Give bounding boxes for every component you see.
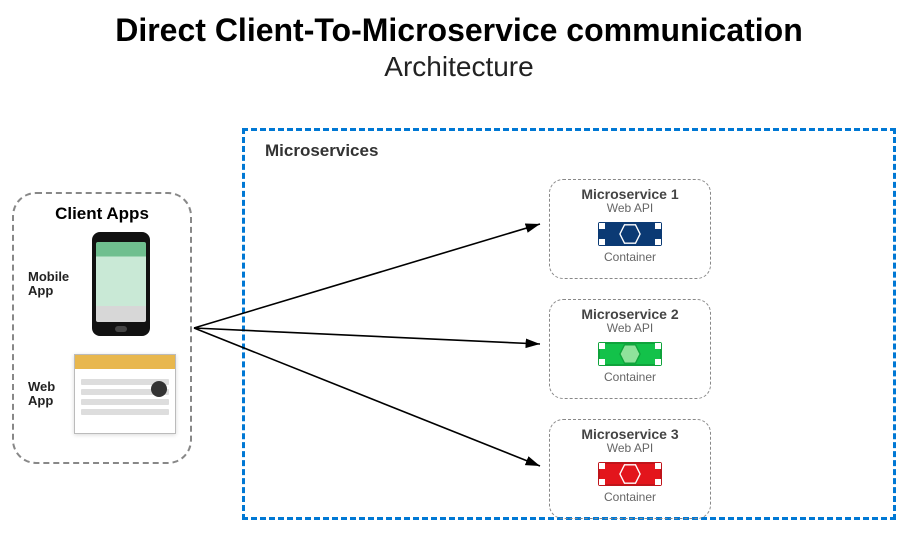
microservice-3-api: Web API bbox=[550, 441, 710, 455]
microservice-2-caption: Container bbox=[550, 370, 710, 384]
web-app-label: Web App bbox=[28, 380, 70, 409]
diagram-subtitle: Architecture bbox=[0, 51, 918, 83]
microservice-1-name: Microservice 1 bbox=[550, 186, 710, 202]
client-apps-title: Client Apps bbox=[22, 204, 182, 224]
microservice-2-name: Microservice 2 bbox=[550, 306, 710, 322]
microservice-2-box: Microservice 2 Web API Container bbox=[549, 299, 711, 399]
microservice-1-box: Microservice 1 Web API Container bbox=[549, 179, 711, 279]
container-icon bbox=[598, 219, 662, 249]
microservice-1-caption: Container bbox=[550, 250, 710, 264]
microservices-section-label: Microservices bbox=[265, 141, 378, 161]
microservice-1-api: Web API bbox=[550, 201, 710, 215]
browser-window-icon bbox=[74, 354, 176, 434]
microservices-boundary: Microservices Microservice 1 Web API Con… bbox=[242, 128, 896, 520]
client-apps-group: Client Apps Mobile App Web App bbox=[12, 192, 192, 464]
title-block: Direct Client-To-Microservice communicat… bbox=[0, 0, 918, 83]
microservice-2-api: Web API bbox=[550, 321, 710, 335]
microservice-3-box: Microservice 3 Web API Container bbox=[549, 419, 711, 519]
mobile-app-label: Mobile App bbox=[28, 270, 74, 299]
browser-content-icon bbox=[81, 375, 169, 427]
microservice-3-caption: Container bbox=[550, 490, 710, 504]
web-app-row: Web App bbox=[28, 354, 176, 434]
container-icon bbox=[598, 339, 662, 369]
microservice-3-name: Microservice 3 bbox=[550, 426, 710, 442]
container-icon bbox=[598, 459, 662, 489]
diagram-title: Direct Client-To-Microservice communicat… bbox=[0, 12, 918, 49]
mobile-phone-icon bbox=[92, 232, 150, 336]
mobile-app-row: Mobile App bbox=[28, 232, 176, 336]
